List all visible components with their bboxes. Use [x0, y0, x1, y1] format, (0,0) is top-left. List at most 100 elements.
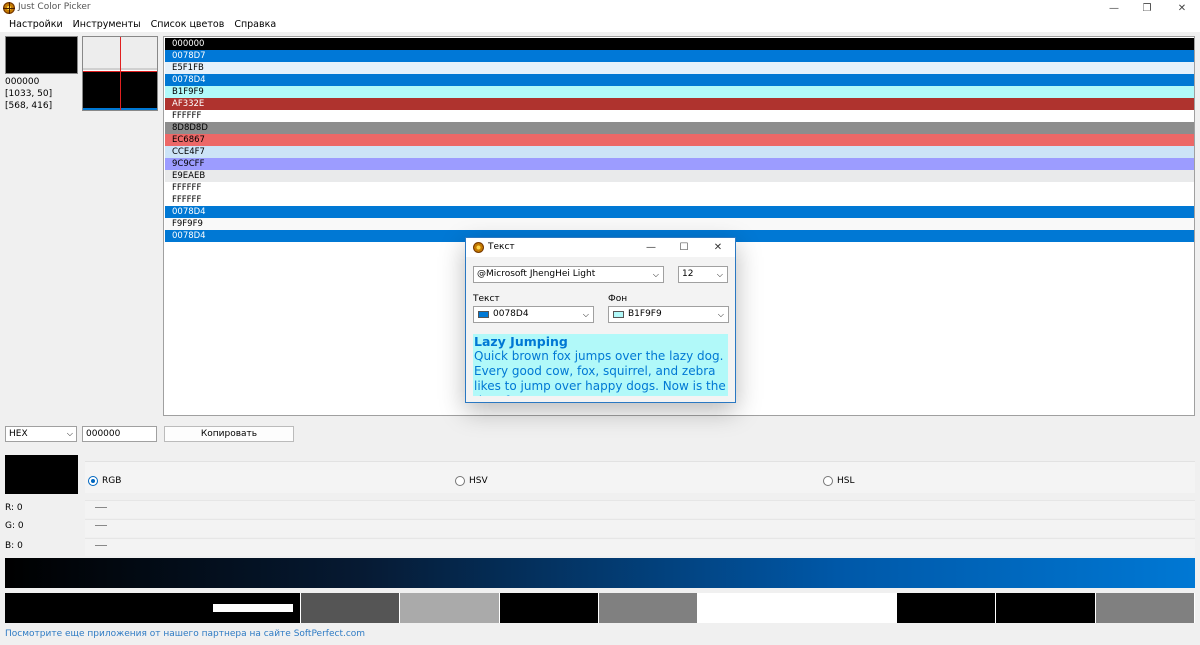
color-list-item[interactable]: F9F9F9	[165, 218, 1194, 230]
sample-body: Quick brown fox jumps over the lazy dog.…	[474, 349, 726, 396]
color-list-item[interactable]: FFFFFF	[165, 194, 1194, 206]
channel-g-slider[interactable]	[95, 525, 107, 526]
app-icon	[3, 2, 15, 14]
color-code-input[interactable]: 000000	[82, 426, 157, 442]
text-color-value: 0078D4	[493, 309, 529, 319]
radio-hsl[interactable]: HSL	[823, 476, 855, 486]
palette-strip	[5, 593, 1195, 623]
sample-heading: Lazy Jumping	[474, 334, 568, 349]
channel-b-slider[interactable]	[95, 545, 107, 546]
palette-swatch[interactable]	[896, 593, 997, 623]
palette-swatch[interactable]	[300, 593, 401, 623]
radio-hsl-label: HSL	[837, 476, 855, 486]
close-icon: ✕	[713, 242, 723, 253]
radio-hsv[interactable]: HSV	[455, 476, 488, 486]
palette-swatch[interactable]	[598, 593, 699, 623]
dialog-minimize-button[interactable]: —	[641, 240, 661, 255]
restore-button[interactable]: ❐	[1129, 0, 1165, 17]
color-list-item[interactable]: FFFFFF	[165, 110, 1194, 122]
partner-link[interactable]: Посмотрите еще приложения от нашего парт…	[5, 629, 365, 639]
radio-rgb-dot[interactable]	[88, 476, 98, 486]
chevron-down-icon: ⌵	[717, 310, 724, 319]
radio-rgb[interactable]: RGB	[88, 476, 121, 486]
magnifier-crosshair-horizontal	[83, 71, 157, 72]
background-color-swatch	[613, 311, 624, 318]
radio-hsl-dot[interactable]	[823, 476, 833, 486]
channel-r-label: R: 0	[5, 503, 23, 513]
close-button[interactable]: ✕	[1164, 0, 1200, 17]
font-select[interactable]: @Microsoft JhengHei Light ⌵	[473, 266, 664, 283]
magnifier-crosshair-vertical	[120, 37, 121, 110]
text-color-select[interactable]: 0078D4 ⌵	[473, 306, 594, 323]
title-bar: Just Color Picker — ❐ ✕	[0, 0, 1200, 17]
color-list-item[interactable]: E5F1FB	[165, 62, 1194, 74]
dialog-close-button[interactable]: ✕	[708, 240, 728, 255]
menu-tools[interactable]: Инструменты	[68, 17, 146, 32]
color-list-item[interactable]: 0078D7	[165, 50, 1194, 62]
radio-rgb-label: RGB	[102, 476, 122, 486]
palette-swatch[interactable]	[797, 593, 897, 623]
color-gradient-bar[interactable]	[5, 558, 1195, 588]
menu-color-list[interactable]: Список цветов	[146, 17, 230, 32]
palette-swatch[interactable]	[996, 593, 1096, 623]
color-list-item[interactable]: 8D8D8D	[165, 122, 1194, 134]
menu-help[interactable]: Справка	[229, 17, 281, 32]
restore-icon: ❐	[1142, 3, 1152, 14]
font-size-value: 12	[682, 269, 694, 279]
dialog-title: Текст	[488, 242, 515, 252]
close-icon: ✕	[1177, 3, 1187, 14]
color-list-item[interactable]: FFFFFF	[165, 182, 1194, 194]
palette-swatch[interactable]	[499, 593, 599, 623]
color-list-item[interactable]: CCE4F7	[165, 146, 1194, 158]
palette-white-marker	[213, 604, 293, 612]
chevron-down-icon: ⌵	[66, 429, 73, 438]
dialog-app-icon	[473, 242, 484, 253]
color-model-panel	[85, 461, 1195, 493]
text-color-label: Текст	[473, 294, 500, 304]
channel-r-slider[interactable]	[95, 507, 107, 508]
chevron-down-icon: ⌵	[652, 270, 659, 279]
color-format-select[interactable]: HEX ⌵	[5, 426, 77, 442]
color-list-item[interactable]: 9C9CFF	[165, 158, 1194, 170]
text-preview-dialog: Текст — ☐ ✕ @Microsoft JhengHei Light ⌵ …	[465, 237, 736, 403]
color-list-item[interactable]: 0078D4	[165, 74, 1194, 86]
color-list-item[interactable]: 0078D4	[165, 206, 1194, 218]
copy-button[interactable]: Копировать	[164, 426, 294, 442]
dialog-title-bar: Текст — ☐ ✕	[466, 238, 735, 257]
window-coordinates: [568, 416]	[5, 101, 53, 111]
font-size-select[interactable]: 12 ⌵	[678, 266, 728, 283]
dialog-maximize-button[interactable]: ☐	[674, 240, 694, 255]
palette-swatch[interactable]	[1095, 593, 1195, 623]
window-title: Just Color Picker	[18, 2, 91, 12]
picked-color-preview	[5, 36, 78, 74]
palette-swatch[interactable]	[103, 593, 202, 623]
picked-hex-value: 000000	[5, 77, 40, 87]
font-select-value: @Microsoft JhengHei Light	[477, 269, 596, 279]
color-list-item[interactable]: 000000	[165, 38, 1194, 50]
radio-hsv-label: HSV	[469, 476, 488, 486]
color-format-value: HEX	[9, 429, 28, 439]
background-color-select[interactable]: B1F9F9 ⌵	[608, 306, 729, 323]
text-color-swatch	[478, 311, 489, 318]
color-list-item[interactable]: EC6867	[165, 134, 1194, 146]
minimize-icon: —	[646, 242, 656, 253]
color-list-item[interactable]: B1F9F9	[165, 86, 1194, 98]
maximize-icon: ☐	[679, 242, 689, 253]
color-list-item[interactable]: E9EAEB	[165, 170, 1194, 182]
menu-settings[interactable]: Настройки	[4, 17, 68, 32]
current-color-swatch	[5, 455, 78, 494]
palette-swatch[interactable]	[5, 593, 104, 623]
channel-row-b	[85, 538, 1195, 556]
minimize-button[interactable]: —	[1096, 0, 1132, 17]
channel-row-r	[85, 500, 1195, 518]
sample-text-preview: Lazy Jumping Quick brown fox jumps over …	[473, 334, 728, 396]
background-color-value: B1F9F9	[628, 309, 662, 319]
channel-b-label: B: 0	[5, 541, 23, 551]
chevron-down-icon: ⌵	[716, 270, 723, 279]
palette-swatch[interactable]	[400, 593, 500, 623]
channel-row-g	[85, 519, 1195, 537]
color-list-item[interactable]: AF332E	[165, 98, 1194, 110]
palette-swatch[interactable]	[698, 593, 798, 623]
radio-hsv-dot[interactable]	[455, 476, 465, 486]
channel-g-label: G: 0	[5, 521, 24, 531]
